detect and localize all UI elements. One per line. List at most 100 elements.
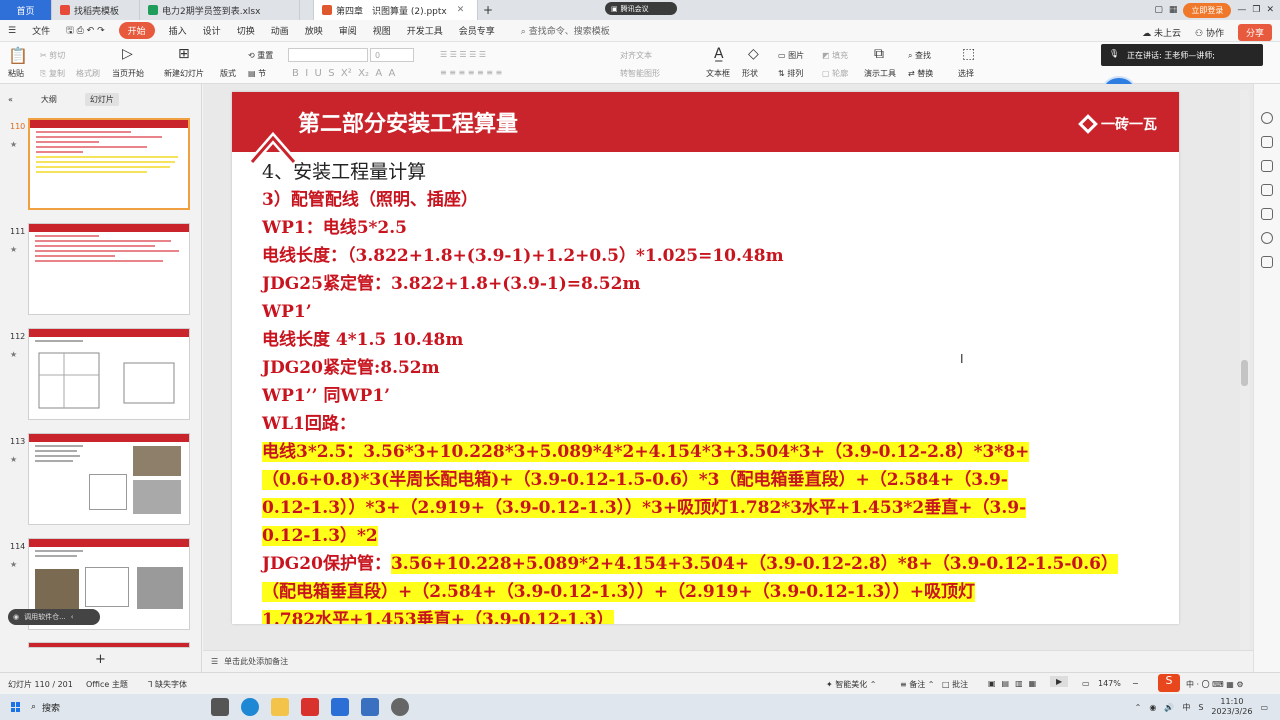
cut-button[interactable]: ✂ 剪切: [40, 50, 65, 61]
notes-area[interactable]: ☰ 单击此处添加备注: [203, 650, 1253, 672]
textbox-icon[interactable]: A̲: [714, 46, 724, 62]
task-view-icon[interactable]: [211, 698, 229, 716]
outline-tab[interactable]: 大纲: [41, 94, 57, 105]
paste-icon[interactable]: 📋: [8, 46, 28, 65]
wps-icon[interactable]: [301, 698, 319, 716]
clock[interactable]: 11:10 2023/3/26: [1211, 697, 1252, 717]
settings-icon[interactable]: [1261, 136, 1273, 148]
outline-button[interactable]: ▢ 轮廓: [822, 68, 848, 79]
missing-font-button[interactable]: Ꞁ 缺失字体: [148, 679, 187, 690]
comment-toggle[interactable]: □ 批注: [942, 679, 968, 690]
reset-button[interactable]: ⟲ 重置: [248, 50, 273, 61]
file-menu[interactable]: 文件: [24, 24, 58, 37]
vertical-scrollbar[interactable]: [1240, 90, 1249, 650]
tab-xlsx[interactable]: 电力2期学员签到表.xlsx: [140, 0, 300, 20]
paragraph-icons[interactable]: ☰ ☰ ☰ ☰ ☰: [440, 50, 486, 59]
collapse-panel-icon[interactable]: «: [8, 95, 13, 104]
slide-thumbnail[interactable]: [28, 642, 190, 648]
view-mode-icons[interactable]: ▣▤▥▦: [988, 679, 1042, 688]
property-icon[interactable]: [1261, 112, 1273, 124]
find-button[interactable]: ⌕ 查找: [908, 50, 931, 61]
replace-button[interactable]: ⇄ 替换: [908, 68, 933, 79]
current-slide[interactable]: 第二部分安装工程算量 一砖一瓦 4、安装工程量计算 3）配管配线（照明、插座） …: [232, 92, 1179, 624]
ime-indicator[interactable]: 中: [1182, 702, 1190, 713]
layout-button[interactable]: 版式: [220, 68, 236, 79]
thumbnail-row[interactable]: 112 ★: [0, 328, 200, 428]
menu-animation[interactable]: 动画: [263, 24, 297, 37]
menu-view[interactable]: 视图: [365, 24, 399, 37]
volume-icon[interactable]: 🔊: [1164, 703, 1174, 712]
select-button[interactable]: 选择: [958, 68, 974, 79]
copy-icon[interactable]: [1261, 184, 1273, 196]
thumbnail-row[interactable]: 111 ★: [0, 223, 200, 323]
thumbnail-row[interactable]: [0, 642, 200, 648]
notification-icon[interactable]: ▭: [1260, 703, 1268, 712]
software-launcher-pill[interactable]: ◉ 调用软件仓... ‹: [8, 609, 100, 625]
menu-slideshow[interactable]: 放映: [297, 24, 331, 37]
slide-thumbnail[interactable]: [28, 328, 190, 420]
network-icon[interactable]: ◉: [1149, 703, 1156, 712]
textbox-button[interactable]: 文本框: [706, 68, 730, 79]
add-slide-icon[interactable]: +: [95, 652, 106, 667]
font-name-field[interactable]: [288, 48, 368, 62]
copy-button[interactable]: ⎘ 复制: [40, 68, 65, 79]
present-tools-icon[interactable]: ⧉: [874, 46, 884, 62]
quick-save-icon[interactable]: 🖫 ⎙ ↶ ↷: [58, 23, 113, 39]
tray-chevron-icon[interactable]: ⌃: [1135, 703, 1142, 712]
login-button[interactable]: 立即登录: [1183, 2, 1232, 18]
menu-review[interactable]: 审阅: [331, 24, 365, 37]
close-window-icon[interactable]: ✕: [1266, 5, 1274, 15]
zoom-level[interactable]: 147%: [1098, 679, 1121, 688]
new-slide-icon[interactable]: ⊞: [178, 46, 190, 62]
slide-thumbnail[interactable]: [28, 433, 190, 525]
ime-toolbar-icons[interactable]: 中 · 〇 ⌨ ▦ ⚙: [1186, 679, 1244, 690]
format-painter-button[interactable]: 格式刷: [76, 68, 100, 79]
paste-button[interactable]: 粘贴: [8, 68, 24, 79]
folder-icon[interactable]: [271, 698, 289, 716]
shape-button[interactable]: 形状: [742, 68, 758, 79]
notes-toggle[interactable]: ≡ 备注 ⌃: [900, 679, 935, 690]
slide-thumbnail[interactable]: [28, 118, 190, 210]
convert-smartart-button[interactable]: 转智能图形: [620, 68, 660, 79]
command-search[interactable]: ⌕ 查找命令、搜索模板: [513, 24, 618, 37]
play-slideshow-icon[interactable]: ▶: [1050, 676, 1069, 687]
windows-start-icon[interactable]: [11, 702, 21, 712]
font-style-icons[interactable]: B I U S X² X₂ A A: [292, 68, 395, 79]
share-button[interactable]: 分享: [1237, 24, 1272, 41]
tab-template[interactable]: 找稻壳模板: [52, 0, 140, 20]
meeting-app-icon[interactable]: [331, 698, 349, 716]
meeting-indicator[interactable]: ▣ 腾讯会议: [605, 2, 677, 15]
zoom-out-icon[interactable]: −: [1132, 679, 1139, 688]
menu-icon[interactable]: ☰: [0, 26, 24, 36]
app-icon[interactable]: [361, 698, 379, 716]
animation-icon[interactable]: [1261, 160, 1273, 172]
picture-button[interactable]: ▭ 图片: [778, 50, 804, 61]
collab-button[interactable]: ⚇ 协作: [1195, 26, 1224, 39]
menu-transition[interactable]: 切换: [229, 24, 263, 37]
slides-tab[interactable]: 幻灯片: [84, 92, 119, 106]
menu-insert[interactable]: 插入: [161, 24, 195, 37]
template-icon[interactable]: [1261, 208, 1273, 220]
location-icon[interactable]: [1261, 232, 1273, 244]
select-icon[interactable]: ⬚: [962, 46, 975, 62]
fill-button[interactable]: ◩ 填充: [822, 50, 848, 61]
cloud-status[interactable]: ☁ 未上云: [1142, 26, 1181, 39]
edge-icon[interactable]: [241, 698, 259, 716]
play-icon[interactable]: ▷: [122, 46, 133, 62]
document-icon[interactable]: [1261, 256, 1273, 268]
menu-devtools[interactable]: 开发工具: [399, 24, 451, 37]
new-tab-icon[interactable]: +: [478, 3, 498, 17]
tab-pptx[interactable]: 第四章 识图算量 (2).pptx ✕: [314, 0, 478, 20]
beautify-button[interactable]: ✦ 智能美化 ⌃: [826, 679, 877, 690]
align-text-button[interactable]: 对齐文本: [620, 50, 652, 61]
present-tools-button[interactable]: 演示工具: [864, 68, 896, 79]
chevron-left-icon[interactable]: ‹: [71, 613, 74, 621]
tab-home[interactable]: 首页: [0, 0, 52, 20]
menu-start[interactable]: 开始: [118, 22, 155, 39]
taskbar-search[interactable]: ⌕ 搜索: [31, 701, 181, 714]
font-size-field[interactable]: 0: [370, 48, 414, 62]
arrange-button[interactable]: ⇅ 排列: [778, 68, 803, 79]
close-tab-icon[interactable]: ✕: [457, 5, 465, 15]
new-slide-button[interactable]: 新建幻灯片: [164, 68, 204, 79]
section-button[interactable]: ▤ 节: [248, 68, 266, 79]
